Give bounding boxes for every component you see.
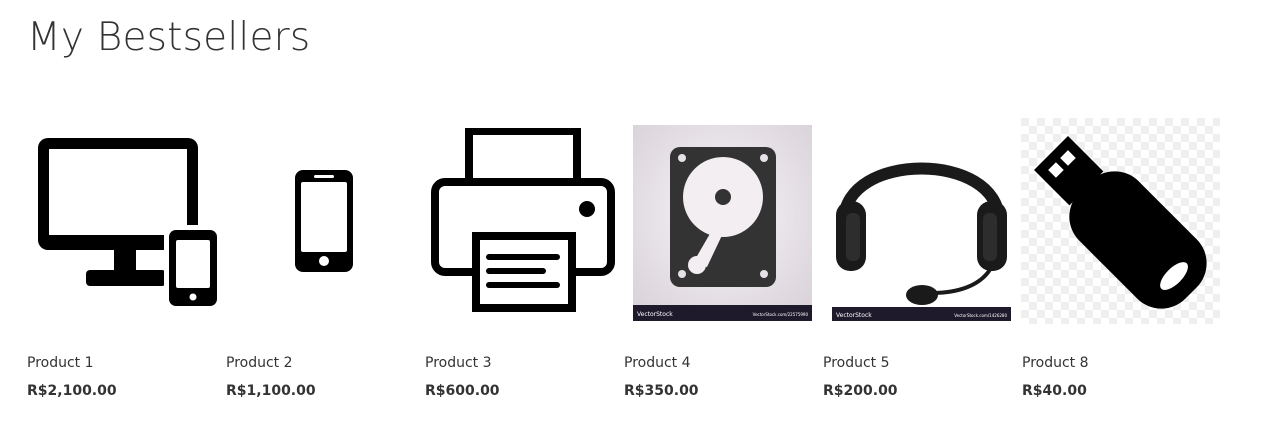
product-name-link[interactable]: Product 3 [425, 353, 492, 373]
product-image-link[interactable] [225, 113, 424, 328]
product-price: R$200.00 [823, 383, 898, 399]
product-card: VectorStock VectorStock.com/1426280 Prod… [822, 113, 1021, 413]
watermark-brand: VectorStock [637, 311, 673, 318]
product-image-link[interactable] [1021, 113, 1220, 328]
product-price: R$600.00 [425, 383, 500, 399]
page-title: My Bestsellers [27, 15, 311, 60]
product-name-link[interactable]: Product 4 [624, 353, 691, 373]
product-image-link[interactable]: VectorStock VectorStock.com/22575990 [623, 113, 822, 328]
watermark-url: VectorStock.com/1426280 [954, 313, 1007, 318]
watermark-brand: VectorStock [836, 312, 872, 319]
product-card: Product 8 R$40.00 [1021, 113, 1220, 413]
product-name-link[interactable]: Product 2 [226, 353, 293, 373]
printer-icon [431, 128, 615, 312]
headset-icon: VectorStock VectorStock.com/1426280 [832, 121, 1011, 321]
hard-drive-icon: VectorStock VectorStock.com/22575990 [633, 125, 812, 321]
product-card: Product 2 R$1,100.00 [225, 113, 424, 413]
product-name-link[interactable]: Product 5 [823, 353, 890, 373]
smartphone-icon [295, 170, 353, 272]
product-image-link[interactable] [26, 113, 225, 328]
product-grid: Product 1 R$2,100.00 Product 2 R$1,100.0… [26, 113, 1226, 413]
product-image-link[interactable] [424, 113, 623, 328]
product-price: R$2,100.00 [27, 383, 117, 399]
watermark-url: VectorStock.com/22575990 [753, 312, 809, 317]
usb-drive-icon [1021, 118, 1220, 324]
product-price: R$1,100.00 [226, 383, 316, 399]
product-name-link[interactable]: Product 8 [1022, 353, 1089, 373]
product-image-link[interactable]: VectorStock VectorStock.com/1426280 [822, 113, 1021, 328]
product-card: VectorStock VectorStock.com/22575990 Pro… [623, 113, 822, 413]
monitor-phone-icon [38, 138, 222, 309]
product-name-link[interactable]: Product 1 [27, 353, 94, 373]
product-price: R$40.00 [1022, 383, 1087, 399]
product-card: Product 3 R$600.00 [424, 113, 623, 413]
product-card: Product 1 R$2,100.00 [26, 113, 225, 413]
product-price: R$350.00 [624, 383, 699, 399]
